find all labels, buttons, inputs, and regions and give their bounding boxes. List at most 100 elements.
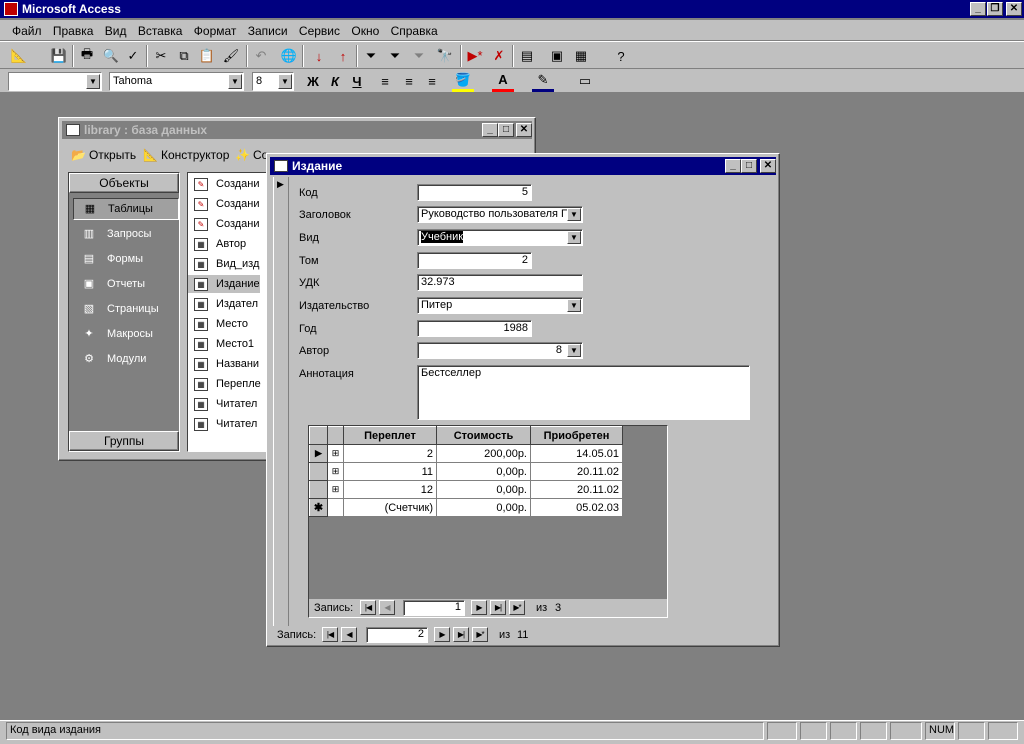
line-color-icon[interactable]: ✎ <box>532 70 554 92</box>
current-record-icon[interactable]: ▶ <box>309 444 328 463</box>
objects-header-button[interactable]: Объекты <box>69 173 179 193</box>
print-icon[interactable]: 🖶 <box>76 45 98 67</box>
first-record-button[interactable]: |◀ <box>360 600 376 615</box>
object-macros[interactable]: ✦ Макросы <box>73 323 179 345</box>
db-minimize-button[interactable]: _ <box>482 123 498 137</box>
groups-button[interactable]: Группы <box>69 431 179 451</box>
cell[interactable]: 200,00р. <box>436 444 531 463</box>
column-header-priobreten[interactable]: Приобретен <box>530 426 623 445</box>
record-selector[interactable]: ▶ <box>273 177 289 627</box>
db-open-button[interactable]: 📂 Открыть <box>71 148 136 162</box>
list-item[interactable]: ▦ Место1 <box>188 335 254 353</box>
properties-icon[interactable]: ▤ <box>516 45 538 67</box>
filter-selection-icon[interactable]: ⏷ <box>360 45 382 67</box>
new-record-button[interactable]: ▶* <box>472 627 488 642</box>
list-item[interactable]: ▦ Вид_изд <box>188 255 259 273</box>
chevron-down-icon[interactable]: ▼ <box>228 74 242 89</box>
sort-descending-icon[interactable]: ↑ <box>332 45 354 67</box>
cell[interactable]: 0,00р. <box>436 462 531 481</box>
cell[interactable]: 20.11.02 <box>530 480 623 499</box>
list-item[interactable]: ▦ Названи <box>188 355 259 373</box>
avtor-combo[interactable]: 8 ▼ <box>417 342 583 359</box>
chevron-down-icon[interactable]: ▼ <box>86 74 100 89</box>
column-header-stoimost[interactable]: Стоимость <box>436 426 531 445</box>
chevron-down-icon[interactable]: ▼ <box>567 344 581 357</box>
list-item[interactable]: ✎ Создани <box>188 195 260 213</box>
object-queries[interactable]: ▥ Запросы <box>73 223 179 245</box>
expand-icon[interactable]: ⊞ <box>327 480 344 499</box>
table-row[interactable]: ⊞ 12 0,00р. 20.11.02 <box>309 480 623 499</box>
menu-view[interactable]: Вид <box>105 24 127 38</box>
kod-field[interactable]: 5 <box>417 184 532 201</box>
align-right-icon[interactable]: ≡ <box>421 70 443 92</box>
app-minimize-button[interactable]: _ <box>970 2 986 16</box>
first-record-button[interactable]: |◀ <box>322 627 338 642</box>
prev-record-button[interactable]: ◀ <box>341 627 357 642</box>
cell[interactable]: (Счетчик) <box>343 498 437 517</box>
app-close-button[interactable]: ✕ <box>1006 2 1022 16</box>
next-record-button[interactable]: ▶ <box>434 627 450 642</box>
align-center-icon[interactable]: ≡ <box>398 70 420 92</box>
cell[interactable]: 14.05.01 <box>530 444 623 463</box>
new-record-icon[interactable]: ✱ <box>309 498 328 517</box>
object-modules[interactable]: ⚙ Модули <box>73 348 179 370</box>
menu-insert[interactable]: Вставка <box>138 24 183 38</box>
list-item[interactable]: ▦ Перепле <box>188 375 261 393</box>
chevron-down-icon[interactable]: ▼ <box>567 299 581 312</box>
table-row[interactable]: ▶ ⊞ 2 200,00р. 14.05.01 <box>309 444 623 463</box>
db-close-button[interactable]: ✕ <box>516 123 532 137</box>
annotacia-field[interactable]: Бестселлер <box>417 365 750 420</box>
paste-icon[interactable]: 📋 <box>196 45 218 67</box>
form-close-button[interactable]: ✕ <box>760 159 776 173</box>
tom-field[interactable]: 2 <box>417 252 532 269</box>
cell[interactable]: 0,00р. <box>436 498 531 517</box>
list-item[interactable]: ✎ Создани <box>188 175 260 193</box>
table-row[interactable]: ⊞ 11 0,00р. 20.11.02 <box>309 462 623 481</box>
font-color-icon[interactable]: A <box>492 70 514 92</box>
cell[interactable]: 11 <box>343 462 437 481</box>
access-key-icon[interactable] <box>4 2 18 16</box>
list-item[interactable]: ▦ Издател <box>188 295 258 313</box>
new-record-button[interactable]: ▶* <box>509 600 525 615</box>
menu-tools[interactable]: Сервис <box>299 24 340 38</box>
object-tables[interactable]: ▦ Таблицы <box>73 198 179 220</box>
format-painter-icon[interactable]: 🖌 <box>220 45 242 67</box>
preview-icon[interactable]: 🔍 <box>100 45 122 67</box>
underline-button[interactable]: Ч <box>346 70 368 92</box>
list-item[interactable]: ▦ Место <box>188 315 248 333</box>
cell[interactable]: 12 <box>343 480 437 499</box>
undo-icon[interactable]: ↶ <box>250 45 272 67</box>
zagolovok-combo[interactable]: Руководство пользователя П ▼ <box>417 206 583 223</box>
font-combo[interactable]: Tahoma ▼ <box>109 72 244 91</box>
db-maximize-button[interactable]: □ <box>498 123 514 137</box>
cut-icon[interactable]: ✂ <box>150 45 172 67</box>
view-icon[interactable]: 📐 <box>8 45 30 67</box>
prev-record-button[interactable]: ◀ <box>379 600 395 615</box>
menu-records[interactable]: Записи <box>248 24 288 38</box>
align-left-icon[interactable]: ≡ <box>374 70 396 92</box>
row-selector[interactable] <box>309 462 328 481</box>
db-create-button[interactable]: ✨ Со <box>235 148 268 162</box>
object-combo[interactable]: ▼ <box>8 72 102 91</box>
chevron-down-icon[interactable]: ▼ <box>278 74 292 89</box>
chevron-down-icon[interactable]: ▼ <box>567 208 581 221</box>
vid-combo[interactable]: Учебник ▼ <box>417 229 583 246</box>
list-item[interactable]: ▦ Читател <box>188 415 257 433</box>
last-record-button[interactable]: ▶| <box>453 627 469 642</box>
database-window-icon[interactable]: ▣ <box>546 45 568 67</box>
fill-color-icon[interactable]: 🪣 <box>452 70 474 92</box>
sort-ascending-icon[interactable]: ↓ <box>308 45 330 67</box>
row-selector[interactable] <box>309 480 328 499</box>
help-icon[interactable]: ? <box>610 45 632 67</box>
menu-edit[interactable]: Правка <box>53 24 94 38</box>
cell[interactable]: 2 <box>343 444 437 463</box>
menu-file[interactable]: Файл <box>12 24 42 38</box>
bold-button[interactable]: Ж <box>302 70 324 92</box>
menu-window[interactable]: Окно <box>351 24 379 38</box>
new-record-icon[interactable]: ▶* <box>464 45 486 67</box>
menu-help[interactable]: Справка <box>391 24 438 38</box>
filter-form-icon[interactable]: ⏷ <box>384 45 406 67</box>
menu-format[interactable]: Формат <box>194 24 237 38</box>
spelling-icon[interactable]: ✓ <box>122 45 144 67</box>
copy-icon[interactable]: ⧉ <box>173 45 195 67</box>
